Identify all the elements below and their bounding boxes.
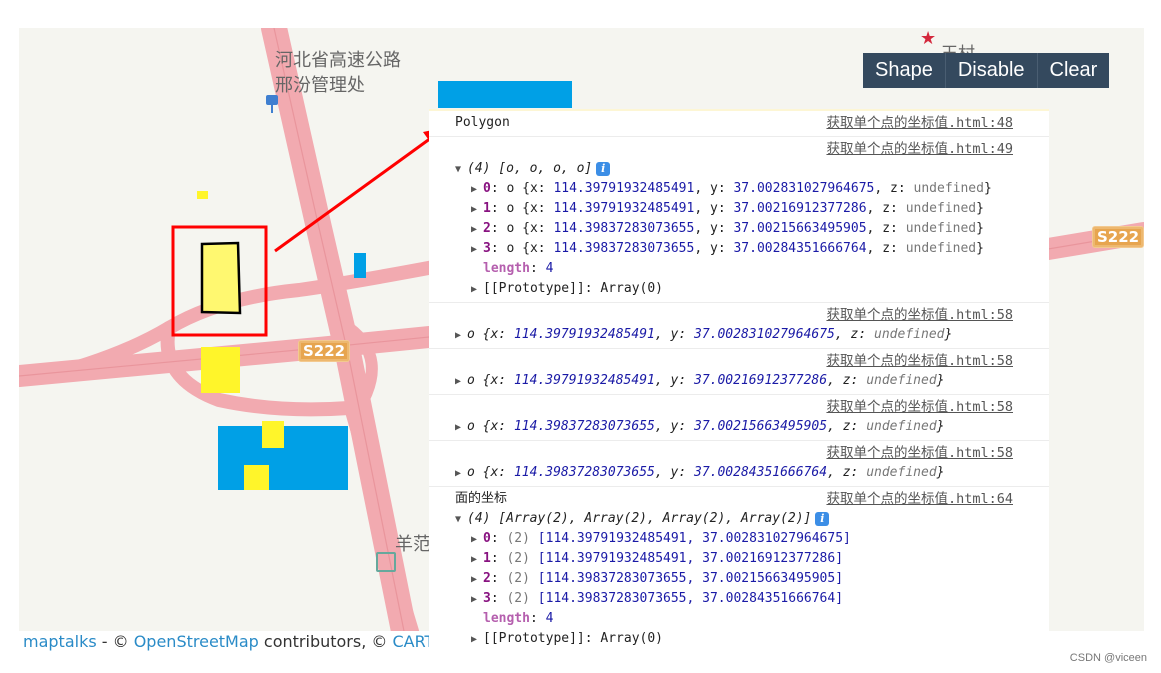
length-row: length: 4	[483, 611, 554, 626]
expand-triangle-icon[interactable]: ▼	[455, 160, 467, 180]
collapse-triangle-icon[interactable]: ▶	[471, 240, 483, 260]
collapse-triangle-icon[interactable]: ▶	[471, 180, 483, 200]
array-item[interactable]: ▶ 1: o {x: 114.39791932485491, y: 37.0021…	[429, 199, 1049, 219]
console-message-coordinates: 面的坐标 获取单个点的坐标值.html:64 ▼ (4) [Array(2), A…	[429, 487, 1049, 652]
console-message-point: 获取单个点的坐标值.html:58 ▶ o {x: 114.39837283073…	[429, 441, 1049, 487]
source-link[interactable]: 获取单个点的坐标值.html:58	[826, 351, 1013, 371]
attribution-sep: - ©	[96, 632, 134, 651]
coord-item[interactable]: ▶ 3: (2) [114.39837283073655, 37.00284351…	[429, 589, 1049, 609]
length-row: length: 4	[483, 261, 554, 276]
source-link[interactable]: 获取单个点的坐标值.html:64	[826, 489, 1013, 509]
console-message-array: 获取单个点的坐标值.html:49 ▼ (4) [o, o, o, o] i ▶ 0:…	[429, 137, 1049, 303]
osm-link[interactable]: OpenStreetMap	[134, 632, 259, 651]
collapse-triangle-icon[interactable]: ▶	[471, 550, 483, 570]
disable-button[interactable]: Disable	[946, 53, 1038, 88]
expand-triangle-icon[interactable]: ▼	[455, 510, 467, 530]
coord-item[interactable]: ▶ 1: (2) [114.39791932485491, 37.00216912…	[429, 549, 1049, 569]
collapse-triangle-icon[interactable]: ▶	[455, 418, 467, 438]
array-item[interactable]: ▶ 3: o {x: 114.39837283073655, y: 37.0028…	[429, 239, 1049, 259]
prototype-row[interactable]: ▶ [[Prototype]]: Array(0)	[429, 279, 1049, 299]
source-link[interactable]: 获取单个点的坐标值.html:58	[826, 397, 1013, 417]
selected-polygon	[200, 241, 242, 315]
devtools-console: Polygon 获取单个点的坐标值.html:48 获取单个点的坐标值.html…	[429, 109, 1049, 654]
coord-item[interactable]: ▶ 0: (2) [114.39791932485491, 37.00283102…	[429, 529, 1049, 549]
maptalks-link[interactable]: maptalks	[23, 632, 97, 651]
attribution-mid: contributors, ©	[258, 632, 393, 651]
console-message-point: 获取单个点的坐标值.html:58 ▶ o {x: 114.39791932485…	[429, 303, 1049, 349]
collapse-triangle-icon[interactable]: ▶	[471, 220, 483, 240]
array-summary: (4) [Array(2), Array(2), Array(2), Array…	[467, 511, 812, 526]
watermark: CSDN @viceen	[1069, 652, 1147, 664]
log-text: 面的坐标	[455, 491, 508, 506]
collapse-triangle-icon[interactable]: ▶	[455, 372, 467, 392]
info-icon[interactable]: i	[815, 511, 830, 526]
log-text: Polygon	[455, 115, 510, 130]
console-message-point: 获取单个点的坐标值.html:58 ▶ o {x: 114.39791932485…	[429, 349, 1049, 395]
coord-item[interactable]: ▶ 2: (2) [114.39837283073655, 37.00215663…	[429, 569, 1049, 589]
source-link[interactable]: 获取单个点的坐标值.html:58	[826, 443, 1013, 463]
clear-button[interactable]: Clear	[1038, 53, 1110, 88]
info-icon[interactable]: i	[596, 161, 611, 176]
prototype-row[interactable]: ▶ [[Prototype]]: Array(0)	[429, 629, 1049, 649]
draw-toolbar: Shape Disable Clear	[863, 53, 1110, 88]
source-link[interactable]: 获取单个点的坐标值.html:49	[826, 139, 1013, 159]
collapse-triangle-icon[interactable]: ▶	[455, 464, 467, 484]
shape-button[interactable]: Shape	[863, 53, 946, 88]
console-message-point: 获取单个点的坐标值.html:58 ▶ o {x: 114.39837283073…	[429, 395, 1049, 441]
carto-link[interactable]: CARTO	[392, 632, 433, 651]
collapse-triangle-icon[interactable]: ▶	[455, 326, 467, 346]
source-link[interactable]: 获取单个点的坐标值.html:58	[826, 305, 1013, 325]
collapse-triangle-icon[interactable]: ▶	[471, 530, 483, 550]
annotation-arrow-line	[274, 136, 432, 253]
collapse-triangle-icon[interactable]: ▶	[471, 280, 483, 300]
collapse-triangle-icon[interactable]: ▶	[471, 570, 483, 590]
console-message-polygon: Polygon 获取单个点的坐标值.html:48	[429, 111, 1049, 137]
array-item[interactable]: ▶ 0: o {x: 114.39791932485491, y: 37.0028…	[429, 179, 1049, 199]
map-attribution: maptalks - © OpenStreetMap contributors,…	[23, 631, 433, 653]
array-item[interactable]: ▶ 2: o {x: 114.39837283073655, y: 37.0021…	[429, 219, 1049, 239]
collapse-triangle-icon[interactable]: ▶	[471, 200, 483, 220]
source-link[interactable]: 获取单个点的坐标值.html:48	[826, 113, 1013, 133]
collapse-triangle-icon[interactable]: ▶	[471, 630, 483, 650]
collapse-triangle-icon[interactable]: ▶	[471, 590, 483, 610]
array-summary: (4) [o, o, o, o]	[467, 161, 593, 176]
